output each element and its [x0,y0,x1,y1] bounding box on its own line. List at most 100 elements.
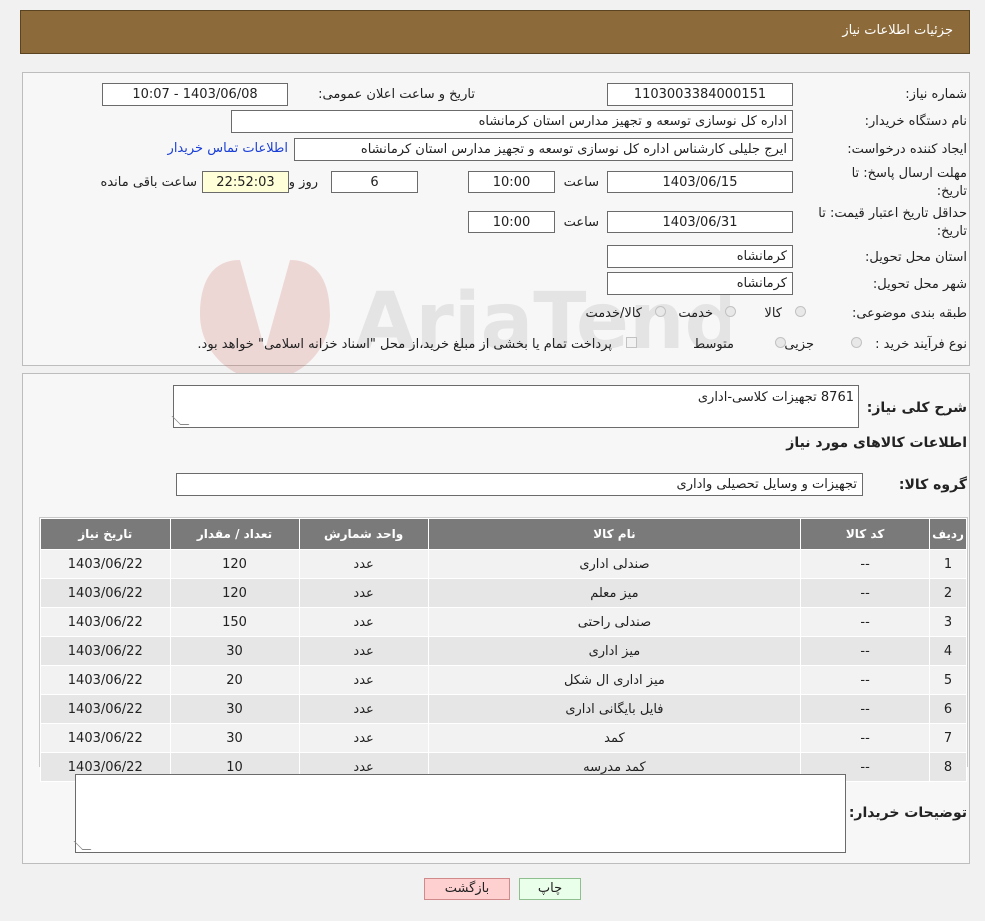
general-description-label: شرح کلی نیاز: [866,400,967,416]
item-name-cell: میز اداری [427,636,802,666]
table-row: 3 -- صندلی راحتی عدد 150 1403/06/22 [40,607,967,637]
quantity-cell: 120 [169,549,300,579]
need-date-cell: 1403/06/22 [40,723,171,753]
quantity-cell: 20 [169,665,300,695]
remaining-time-field: 22:52:03 [202,171,289,193]
item-name-cell: فایل بایگانی اداری [427,694,802,724]
item-code-cell: -- [800,578,931,608]
table-row: 6 -- فایل بایگانی اداری عدد 30 1403/06/22 [40,694,967,724]
item-code-cell: -- [800,694,931,724]
item-code-cell: -- [800,665,931,695]
item-code-cell: -- [800,723,931,753]
unit-cell: عدد [298,665,429,695]
process-minor-label: جزیی [784,337,814,352]
category-service-radio[interactable] [725,306,736,317]
col-quantity-header: تعداد / مقدار [169,518,300,550]
row-number-cell: 5 [929,665,967,695]
print-button[interactable]: چاپ [519,878,581,900]
item-code-cell: -- [800,607,931,637]
process-minor-radio[interactable] [851,337,862,348]
city-label: شهر محل تحویل: [872,277,967,292]
quantity-cell: 30 [169,636,300,666]
deadline-time-label: ساعت [563,175,599,190]
table-row: 2 -- میز معلم عدد 120 1403/06/22 [40,578,967,608]
goods-group-field: تجهیزات و وسایل تحصیلی واداری [176,473,863,496]
page-header: جزئیات اطلاعات نیاز [20,10,970,54]
col-unit-header: واحد شمارش [298,518,429,550]
general-description-field: 8761 تجهیزات کلاسی-اداری [171,385,859,428]
quantity-cell: 30 [169,723,300,753]
process-type-label: نوع فرآیند خرید : [875,337,967,352]
treasury-payment-note: پرداخت تمام یا بخشی از مبلغ خرید،از محل … [197,337,612,352]
buyer-contact-link[interactable]: اطلاعات تماس خریدار [168,141,288,156]
unit-cell: عدد [298,607,429,637]
buyer-notes-label: توضیحات خریدار: [848,805,967,821]
category-goods-service-label: کالا/خدمت [585,306,642,321]
deadline-label-date: تاریخ: [936,184,967,199]
process-medium-label: متوسط [693,337,734,352]
item-name-cell: صندلی راحتی [427,607,802,637]
price-validity-date-field: 1403/06/31 [607,211,793,233]
item-name-cell: میز اداری ال شکل [427,665,802,695]
quantity-cell: 150 [169,607,300,637]
col-row-header: ردیف [929,518,967,550]
unit-cell: عدد [298,694,429,724]
table-row: 4 -- میز اداری عدد 30 1403/06/22 [40,636,967,666]
items-table: ردیف کد کالا نام کالا واحد شمارش تعداد /… [40,518,967,782]
item-name-cell: صندلی اداری [427,549,802,579]
creator-field: ایرج جلیلی کارشناس اداره کل نوسازی توسعه… [294,138,793,161]
buyer-org-field: اداره کل نوسازی توسعه و تجهیز مدارس استا… [231,110,793,133]
table-row: 7 -- کمد عدد 30 1403/06/22 [40,723,967,753]
item-name-cell: میز معلم [427,578,802,608]
items-table-wrapper: ردیف کد کالا نام کالا واحد شمارش تعداد /… [39,517,968,782]
col-code-header: کد کالا [800,518,931,550]
buyer-notes-field[interactable] [73,774,846,853]
quantity-cell: 30 [169,694,300,724]
need-date-cell: 1403/06/22 [40,636,171,666]
unit-cell: عدد [298,549,429,579]
need-number-label: شماره نیاز: [905,87,967,102]
need-date-cell: 1403/06/22 [40,694,171,724]
city-field: کرمانشاه [607,272,793,295]
announce-datetime-label: تاریخ و ساعت اعلان عمومی: [318,87,475,102]
process-medium-radio[interactable] [775,337,786,348]
treasury-payment-checkbox[interactable] [626,337,637,348]
deadline-time-field: 10:00 [468,171,555,193]
price-validity-time-label: ساعت [563,215,599,230]
deadline-date-field: 1403/06/15 [607,171,793,193]
price-validity-label-date: تاریخ: [936,224,967,239]
general-description-text: 8761 تجهیزات کلاسی-اداری [697,390,854,405]
row-number-cell: 8 [929,752,967,782]
back-button[interactable]: بازگشت [424,878,510,900]
remaining-time-label: ساعت باقی مانده [100,175,197,190]
need-date-cell: 1403/06/22 [40,607,171,637]
table-row: 1 -- صندلی اداری عدد 120 1403/06/22 [40,549,967,579]
unit-cell: عدد [298,723,429,753]
buyer-org-label: نام دستگاه خریدار: [864,114,967,129]
item-code-cell: -- [800,549,931,579]
col-name-header: نام کالا [427,518,802,550]
row-number-cell: 2 [929,578,967,608]
need-date-cell: 1403/06/22 [40,578,171,608]
resize-grip-icon[interactable] [73,841,92,850]
quantity-cell: 120 [169,578,300,608]
goods-section-title: اطلاعات کالاهای مورد نیاز [786,435,967,451]
row-number-cell: 1 [929,549,967,579]
item-code-cell: -- [800,636,931,666]
goods-group-label: گروه کالا: [898,477,967,493]
days-label: روز و [288,175,318,190]
resize-grip-icon[interactable] [171,416,190,425]
row-number-cell: 7 [929,723,967,753]
row-number-cell: 4 [929,636,967,666]
item-name-cell: کمد [427,723,802,753]
category-goods-radio[interactable] [795,306,806,317]
unit-cell: عدد [298,578,429,608]
row-number-cell: 6 [929,694,967,724]
category-service-label: خدمت [678,306,713,321]
need-date-cell: 1403/06/22 [40,665,171,695]
need-number-field: 1103003384000151 [607,83,793,106]
category-goods-label: کالا [764,306,782,321]
table-row: 5 -- میز اداری ال شکل عدد 20 1403/06/22 [40,665,967,695]
category-goods-service-radio[interactable] [655,306,666,317]
creator-label: ایجاد کننده درخواست: [847,142,967,157]
